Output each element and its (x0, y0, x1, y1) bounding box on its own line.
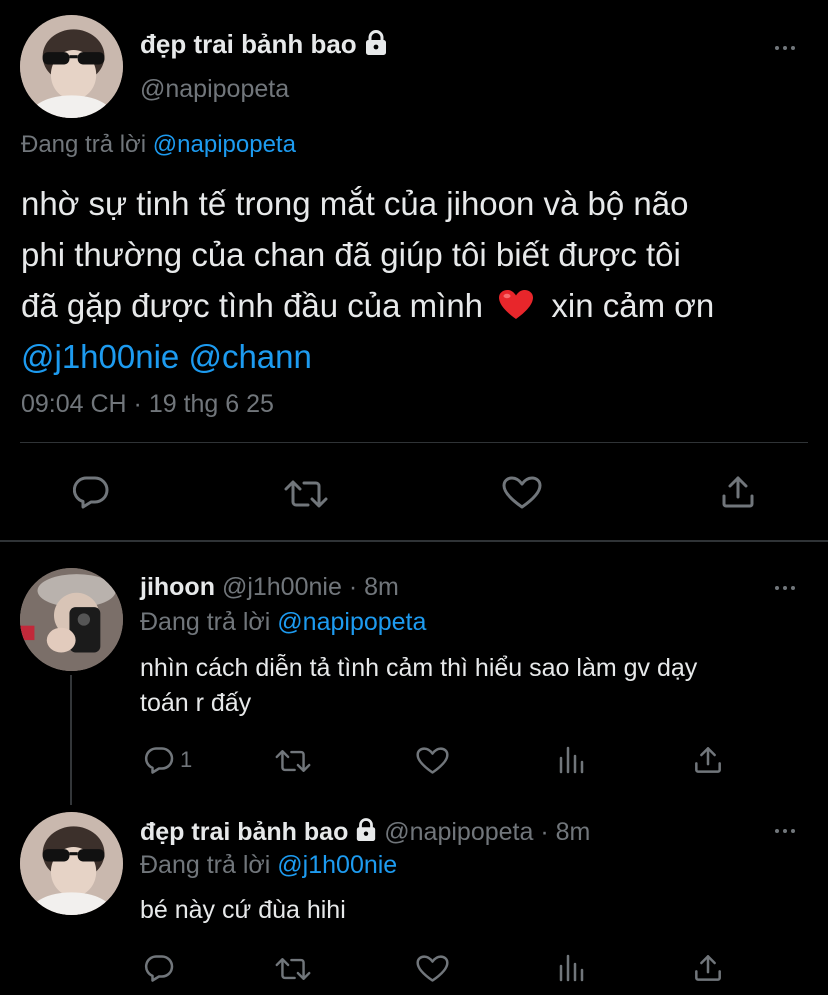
tweet-text-line: phi thường của chan đã giúp tôi biết đượ… (21, 236, 681, 273)
retweet-icon[interactable] (275, 748, 311, 774)
reply-header: đẹp trai bảnh bao @napipopeta · 8m (140, 817, 590, 849)
share-icon[interactable] (693, 953, 723, 983)
timestamp[interactable]: 09:04 CH · 19 thg 6 25 (21, 389, 274, 419)
reply-icon[interactable] (144, 746, 174, 774)
replying-to-link[interactable]: @napipopeta (277, 608, 426, 636)
reply-count: 1 (180, 747, 193, 772)
avatar[interactable] (20, 812, 123, 915)
tweet-text-line: đã gặp được tình đầu của mình (21, 287, 484, 324)
more-icon[interactable] (775, 46, 795, 50)
display-name[interactable]: đẹp trai bảnh bao (140, 818, 348, 846)
heart-emoji (498, 284, 536, 319)
time[interactable]: · 8m (540, 818, 590, 846)
more-icon[interactable] (775, 829, 795, 833)
time[interactable]: · 8m (349, 573, 399, 601)
replying-to: Đang trả lời @j1h00nie (140, 851, 398, 879)
reply-text-line: nhìn cách diễn tả tình cảm thì hiểu sao … (140, 654, 698, 682)
divider (0, 540, 828, 542)
replying-to-link[interactable]: @j1h00nie (277, 851, 397, 879)
avatar[interactable] (20, 568, 123, 671)
analytics-icon[interactable] (557, 746, 585, 774)
replying-to: Đang trả lời @napipopeta (21, 131, 296, 158)
lock-icon (355, 818, 377, 849)
share-icon[interactable] (720, 474, 756, 510)
mention-link[interactable]: @j1h00nie (21, 338, 179, 375)
heart-icon[interactable] (416, 955, 449, 983)
analytics-icon[interactable] (557, 954, 585, 982)
avatar[interactable] (20, 15, 123, 118)
handle[interactable]: @j1h00nie (222, 573, 342, 601)
reply-text-line: toán r đấy (140, 689, 252, 717)
reply-text: nhìn cách diễn tả tình cảm thì hiểu sao … (140, 651, 697, 721)
tweet-text-line: nhờ sự tinh tế trong mắt của jihoon và b… (21, 185, 689, 222)
replying-to-link[interactable]: @napipopeta (153, 131, 296, 158)
handle[interactable]: @napipopeta (384, 818, 533, 846)
share-icon[interactable] (693, 745, 723, 775)
reply-icon[interactable] (73, 475, 109, 509)
lock-icon (364, 30, 388, 62)
reply-header: jihoon @j1h00nie · 8m (140, 572, 399, 602)
divider (20, 442, 808, 443)
tweet-text: nhờ sự tinh tế trong mắt của jihoon và b… (21, 178, 714, 382)
reply-text-line: bé này cứ đùa hihi (140, 896, 346, 924)
display-name[interactable]: đẹp trai bảnh bao (140, 29, 388, 62)
handle[interactable]: @napipopeta (140, 74, 289, 104)
reply-text: bé này cứ đùa hihi (140, 895, 346, 925)
heart-icon[interactable] (416, 747, 449, 775)
thread-line (70, 675, 72, 805)
reply-icon[interactable] (144, 954, 174, 982)
more-icon[interactable] (775, 586, 795, 590)
tweet-text-after-emoji: xin cảm ơn (551, 287, 715, 324)
retweet-icon[interactable] (275, 956, 311, 982)
heart-icon[interactable] (502, 476, 542, 510)
mention-link[interactable]: @chann (188, 338, 311, 375)
retweet-icon[interactable] (284, 478, 328, 510)
replying-to: Đang trả lời @napipopeta (140, 608, 427, 636)
display-name[interactable]: jihoon (140, 573, 215, 601)
